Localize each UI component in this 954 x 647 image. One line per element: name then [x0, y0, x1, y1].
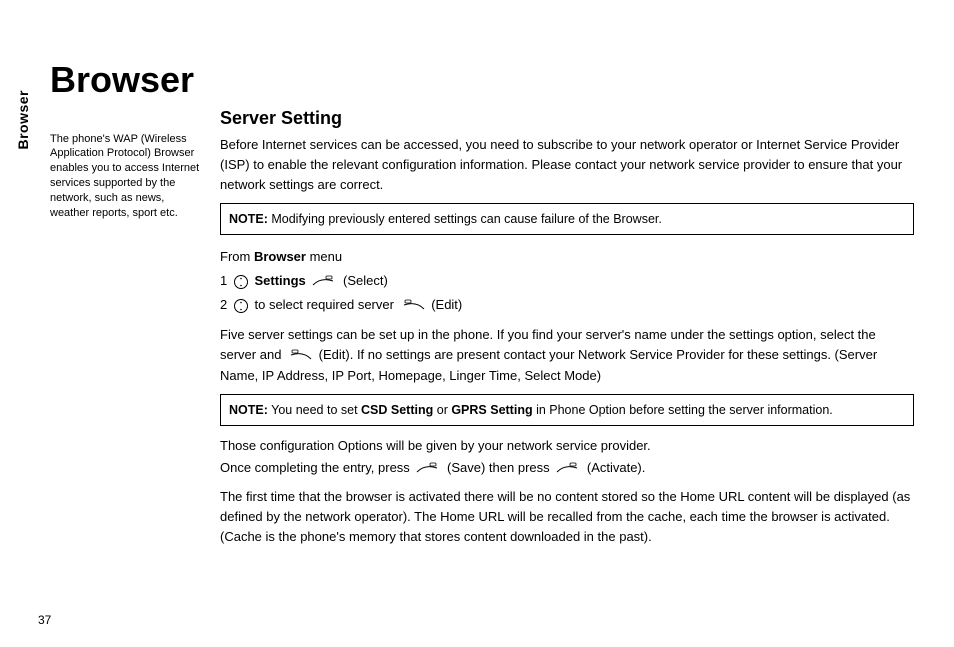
para4a: Once completing the entry, press — [220, 460, 413, 475]
from-prefix: From — [220, 249, 254, 264]
note2-mid: or — [433, 403, 451, 417]
para4c: (Activate). — [583, 460, 645, 475]
softkey-right-icon — [311, 269, 337, 292]
note-text: Modifying previously entered settings ca… — [268, 212, 662, 226]
paragraph-4: Once completing the entry, press (Save) … — [220, 458, 914, 479]
step2-text: to select required server — [254, 297, 393, 312]
content-row: The phone's WAP (Wireless Application Pr… — [50, 108, 914, 556]
note-box-1: NOTE: Modifying previously entered setti… — [220, 203, 914, 235]
paragraph-5: The first time that the browser is activ… — [220, 487, 914, 547]
note2-pre: You need to set — [268, 403, 361, 417]
note-label: NOTE: — [229, 403, 268, 417]
right-column: Server Setting Before Internet services … — [220, 108, 914, 556]
note2-b2: GPRS Setting — [451, 403, 532, 417]
step2-action: (Edit) — [431, 297, 462, 312]
softkey-right-icon — [555, 459, 581, 479]
left-column: The phone's WAP (Wireless Application Pr… — [50, 108, 220, 232]
nav-key-icon — [233, 269, 249, 292]
note-box-2: NOTE: You need to set CSD Setting or GPR… — [220, 394, 914, 426]
from-suffix: menu — [306, 249, 342, 264]
softkey-left-icon — [400, 294, 426, 317]
from-bold: Browser — [254, 249, 306, 264]
page-number: 37 — [38, 613, 51, 627]
paragraph-3: Those configuration Options will be give… — [220, 436, 914, 456]
nav-key-icon — [233, 294, 249, 317]
steps-block: From Browser menu 1 Settings (Select) 2 — [220, 245, 914, 317]
intro-paragraph: Before Internet services can be accessed… — [220, 135, 914, 195]
step2-num: 2 — [220, 297, 227, 312]
step-1: 1 Settings (Select) — [220, 269, 914, 293]
chapter-title: Browser — [50, 60, 914, 100]
para2b: (Edit). If no settings are present conta… — [220, 347, 877, 383]
para4b: (Save) then press — [443, 460, 553, 475]
page: Browser Browser The phone's WAP (Wireles… — [0, 0, 954, 647]
paragraph-2: Five server settings can be set up in th… — [220, 325, 914, 386]
note2-b1: CSD Setting — [361, 403, 433, 417]
softkey-right-icon — [415, 459, 441, 479]
step-2: 2 to select required server (Edit) — [220, 293, 914, 317]
note2-post: in Phone Option before setting the serve… — [533, 403, 833, 417]
step1-num: 1 — [220, 273, 227, 288]
step1-action: (Select) — [343, 273, 388, 288]
section-title: Server Setting — [220, 108, 914, 129]
side-tab-label: Browser — [15, 90, 31, 150]
aside-text: The phone's WAP (Wireless Application Pr… — [50, 132, 202, 221]
step1-bold: Settings — [254, 273, 305, 288]
from-line: From Browser menu — [220, 245, 914, 268]
softkey-left-icon — [287, 346, 313, 366]
note-label: NOTE: — [229, 212, 268, 226]
